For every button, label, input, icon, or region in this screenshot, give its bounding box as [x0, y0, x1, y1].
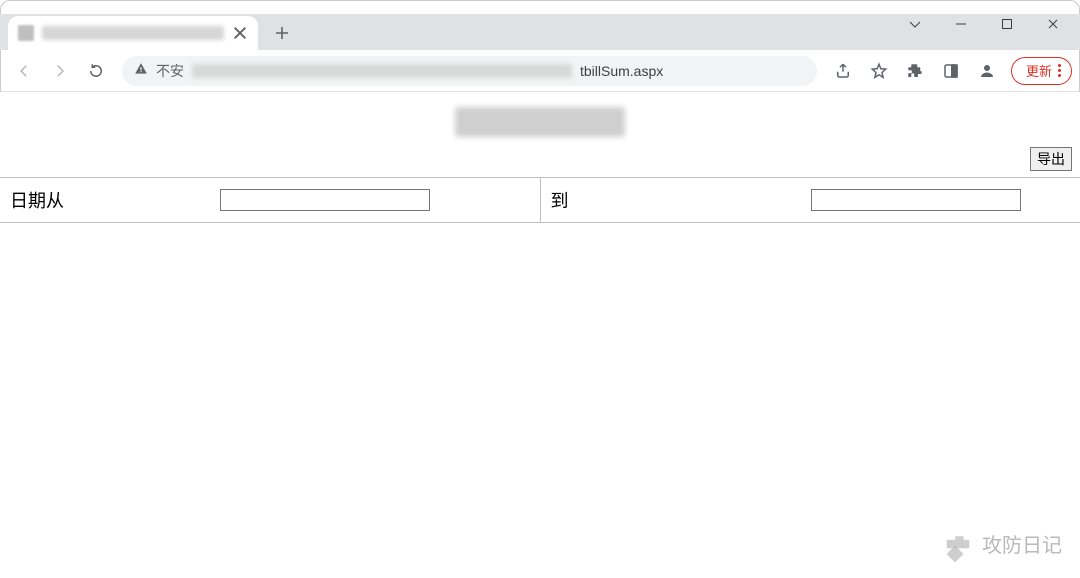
date-from-input[interactable] — [220, 189, 430, 211]
window-controls — [892, 4, 1076, 44]
browser-update-button[interactable]: 更新 — [1011, 57, 1072, 85]
date-filter-row: 日期从 到 — [0, 177, 1080, 223]
tab-title-redacted — [42, 26, 224, 40]
page-viewport: 导出 日期从 到 攻防日记 — [0, 92, 1080, 578]
page-header — [0, 92, 1080, 149]
omnibox[interactable]: 不安 tbillSum.aspx — [122, 56, 817, 86]
window-tabsearch-button[interactable] — [892, 9, 938, 39]
nav-reload-button[interactable] — [80, 55, 112, 87]
share-icon[interactable] — [827, 55, 859, 87]
tab-close-icon[interactable] — [232, 25, 248, 41]
page-title-redacted — [455, 107, 625, 137]
watermark: 攻防日记 — [944, 529, 1062, 558]
nav-back-button[interactable] — [8, 55, 40, 87]
extensions-icon[interactable] — [899, 55, 931, 87]
browser-toolbar: 不安 tbillSum.aspx 更新 — [0, 50, 1080, 92]
window-maximize-button[interactable] — [984, 9, 1030, 39]
date-from-cell: 日期从 — [0, 178, 541, 222]
browser-tabstrip — [0, 14, 1080, 50]
profile-avatar-icon[interactable] — [971, 55, 1003, 87]
browser-tab-active[interactable] — [8, 16, 258, 50]
browser-update-label: 更新 — [1026, 61, 1052, 80]
watermark-text: 攻防日记 — [982, 529, 1062, 558]
side-panel-icon[interactable] — [935, 55, 967, 87]
bookmark-star-icon[interactable] — [863, 55, 895, 87]
export-button[interactable]: 导出 — [1030, 147, 1072, 171]
omnibox-security-label: 不安 — [156, 61, 184, 81]
window-minimize-button[interactable] — [938, 9, 984, 39]
date-to-label: 到 — [551, 187, 811, 213]
new-tab-button[interactable] — [268, 19, 296, 47]
window-close-button[interactable] — [1030, 9, 1076, 39]
wechat-icon — [944, 532, 972, 556]
not-secure-icon — [134, 62, 148, 79]
tab-favicon — [18, 25, 34, 41]
date-to-cell: 到 — [541, 178, 1080, 222]
omnibox-url-visible: tbillSum.aspx — [580, 63, 663, 79]
date-to-input[interactable] — [811, 189, 1021, 211]
kebab-menu-icon — [1058, 64, 1061, 77]
nav-forward-button[interactable] — [44, 55, 76, 87]
date-from-label: 日期从 — [10, 187, 220, 213]
export-row: 导出 — [0, 147, 1080, 171]
omnibox-url-redacted — [192, 64, 572, 78]
